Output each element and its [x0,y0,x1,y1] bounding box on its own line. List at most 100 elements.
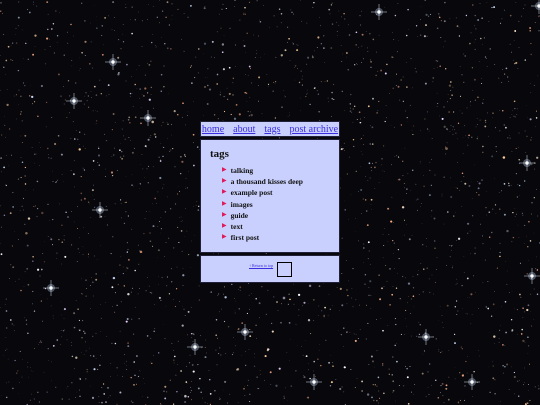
star [168,293,171,295]
nav-post-archive-link[interactable]: post archive [289,124,338,135]
star [233,117,237,120]
star [456,25,459,28]
star [282,296,286,300]
star [160,90,163,92]
star [462,137,464,139]
star [107,387,109,389]
return-to-top-link[interactable]: ↑ Return to top [249,263,273,268]
star [318,16,320,18]
triangle-right-icon: ▶ [222,167,227,173]
star [268,348,270,351]
star [481,78,483,79]
star [424,82,427,85]
star [537,215,539,217]
star [223,293,224,295]
star [367,180,369,181]
star [259,369,261,371]
star [311,56,314,59]
star [382,233,384,235]
tag-item[interactable]: ▶ text [222,221,331,232]
star [524,59,526,61]
star [5,154,7,156]
top-navigation: home about tags post archive [200,121,340,137]
star [530,139,532,141]
nav-home-link[interactable]: home [202,124,224,135]
star [10,58,12,61]
star [129,122,131,124]
tag-item[interactable]: ▶ images [222,199,331,210]
star [418,270,419,271]
star [446,101,449,103]
star [40,340,42,342]
star [459,110,461,112]
star [477,136,479,138]
star [6,89,8,90]
star [410,391,413,393]
star [456,240,457,241]
star [203,7,206,10]
star [391,374,393,376]
star [83,330,85,332]
star [158,352,160,354]
star [140,122,142,125]
star [346,289,348,291]
star [469,230,471,232]
square-icon[interactable] [277,262,292,277]
star [246,32,248,35]
star [365,338,367,340]
star [380,318,382,319]
star [508,184,510,187]
star [400,124,403,126]
star [113,154,115,156]
star [19,210,21,211]
star [180,230,183,232]
star [312,55,313,57]
star [168,237,170,239]
star [519,195,520,196]
star [81,278,83,280]
tag-item[interactable]: ▶ guide [222,210,331,221]
star [56,41,58,43]
star [114,342,117,345]
star [529,363,530,365]
tag-item[interactable]: ▶ a thousand kisses deep [222,176,331,187]
star [515,173,517,175]
tag-item[interactable]: ▶ talking [222,165,331,176]
star [81,277,83,279]
star [522,317,524,318]
star [503,213,506,216]
star [536,293,539,295]
star [179,300,181,302]
star [69,95,71,97]
star [376,385,378,387]
star [441,382,444,385]
star [151,362,153,365]
tag-item[interactable]: ▶ first post [222,232,331,243]
star [198,48,200,50]
star [131,151,134,154]
star [180,172,182,175]
star [13,95,15,97]
star [467,232,469,234]
star [51,361,52,363]
nav-about-link[interactable]: about [233,124,255,135]
star [436,257,438,258]
star [93,184,95,186]
nav-tags-link[interactable]: tags [264,124,280,135]
star [383,245,385,246]
star [191,399,193,401]
star [524,341,526,343]
tag-item[interactable]: ▶ example post [222,187,331,198]
star [224,296,227,299]
star [204,6,206,8]
star [190,65,193,67]
star [54,142,57,146]
star [289,298,291,301]
star [333,83,335,86]
star [516,309,518,311]
star [198,364,199,365]
star [38,401,40,403]
star [133,147,135,149]
star [302,305,304,307]
star [307,396,310,399]
